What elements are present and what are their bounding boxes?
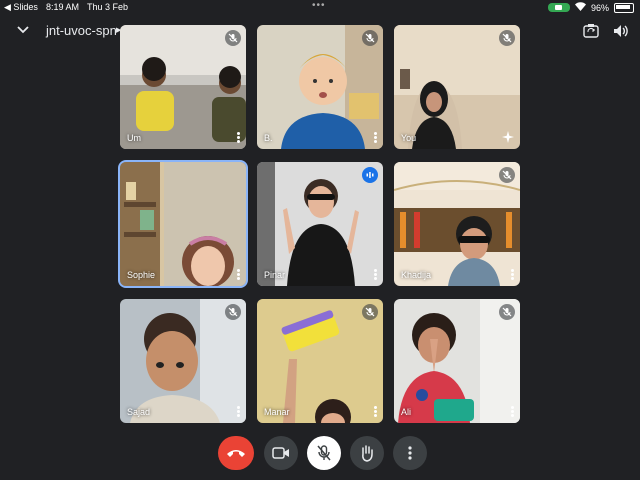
speaker-icon[interactable] xyxy=(612,22,630,40)
status-time: 8:19 AM xyxy=(45,2,79,12)
battery-percent: 96% xyxy=(590,2,609,13)
muted-mic-icon xyxy=(499,304,515,320)
muted-mic-icon xyxy=(499,167,515,183)
participant-tile[interactable]: Um xyxy=(120,25,246,149)
raise-hand-button[interactable] xyxy=(350,436,384,470)
end-call-button[interactable] xyxy=(218,436,254,470)
participant-tile[interactable]: Manar xyxy=(257,299,383,423)
participant-name: B. xyxy=(264,133,273,143)
more-options-icon[interactable] xyxy=(374,406,378,418)
more-options-icon[interactable] xyxy=(237,269,241,281)
participant-name: Sophie xyxy=(127,270,156,280)
more-options-icon[interactable] xyxy=(237,132,241,144)
muted-mic-icon xyxy=(499,30,515,46)
participant-video xyxy=(120,162,246,286)
end-call-icon xyxy=(227,450,245,457)
status-date: Thu 3 Feb xyxy=(86,2,128,12)
participant-tile[interactable]: B. xyxy=(257,25,383,149)
more-options-icon[interactable] xyxy=(237,406,241,418)
muted-mic-icon xyxy=(225,30,241,46)
more-options-icon[interactable] xyxy=(374,269,378,281)
mic-off-icon xyxy=(317,445,331,461)
participant-name: Sajad xyxy=(127,407,151,417)
participant-tile[interactable]: Khadija xyxy=(394,162,520,286)
collapse-chevron-icon[interactable] xyxy=(15,22,31,38)
participant-name: Um xyxy=(127,133,141,143)
muted-mic-icon xyxy=(362,304,378,320)
participant-name: Manar xyxy=(264,407,290,417)
effects-sparkle-icon[interactable] xyxy=(501,130,515,144)
participant-name: You xyxy=(401,133,417,143)
participant-name: Ali xyxy=(401,407,412,417)
battery-icon xyxy=(614,2,634,13)
participant-tile[interactable]: Ali xyxy=(394,299,520,423)
switch-camera-icon[interactable] xyxy=(582,22,600,40)
more-options-icon[interactable] xyxy=(511,406,515,418)
meeting-code[interactable]: jnt-uvoc-spn xyxy=(46,23,117,38)
wifi-icon xyxy=(574,2,586,13)
camera-icon xyxy=(272,447,289,459)
speaking-indicator-icon xyxy=(362,167,378,183)
mic-toggle-button[interactable] xyxy=(307,436,341,470)
participant-tile[interactable]: Pinar xyxy=(257,162,383,286)
muted-mic-icon xyxy=(225,304,241,320)
participant-tile-self[interactable]: You xyxy=(394,25,520,149)
raise-hand-icon xyxy=(362,445,373,462)
back-to-app-link[interactable]: ◀ Slides xyxy=(4,2,38,13)
participant-name: Pinar xyxy=(264,270,286,280)
camera-toggle-button[interactable] xyxy=(264,436,298,470)
more-options-icon[interactable] xyxy=(511,269,515,281)
multitasking-dots-icon[interactable]: ••• xyxy=(312,0,326,11)
more-options-button[interactable] xyxy=(393,436,427,470)
camera-in-use-icon xyxy=(547,3,570,12)
more-options-icon[interactable] xyxy=(374,132,378,144)
participant-tile[interactable]: Sophie xyxy=(120,162,246,286)
more-options-icon xyxy=(408,446,412,460)
participant-tile[interactable]: Sajad xyxy=(120,299,246,423)
status-bar: ◀ Slides 8:19 AM Thu 3 Feb ••• 96% xyxy=(0,0,640,14)
muted-mic-icon xyxy=(362,30,378,46)
participant-name: Khadija xyxy=(401,270,432,280)
